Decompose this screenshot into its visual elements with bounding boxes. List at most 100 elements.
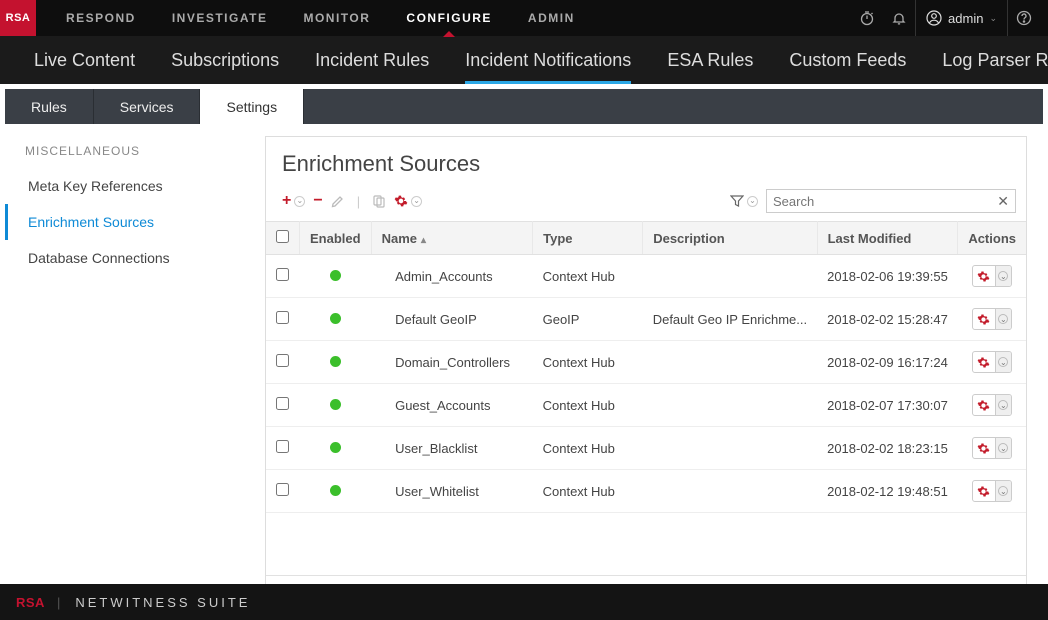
enabled-indicator: [330, 442, 341, 453]
header-enabled[interactable]: Enabled: [300, 222, 372, 255]
chevron-down-icon: ⌄: [998, 443, 1008, 453]
chevron-down-icon: ⌄: [411, 196, 422, 207]
filter-icon: [730, 194, 744, 208]
actions-dropdown[interactable]: ⌄: [995, 352, 1011, 372]
header-type[interactable]: Type: [533, 222, 643, 255]
search-input[interactable]: [773, 194, 997, 209]
footer-separator: |: [57, 595, 63, 610]
sidebar-heading: MISCELLANEOUS: [5, 144, 265, 168]
table-row[interactable]: Domain_ControllersContext Hub2018-02-09 …: [266, 341, 1026, 384]
chevron-down-icon: ⌄: [998, 271, 1008, 281]
tab-rules[interactable]: Rules: [5, 89, 94, 124]
cell-name: Default GeoIP: [371, 298, 533, 341]
tab-services[interactable]: Services: [94, 89, 201, 124]
topnav-monitor[interactable]: MONITOR: [285, 0, 388, 36]
tab-strip: Rules Services Settings: [0, 84, 1048, 124]
row-checkbox[interactable]: [276, 440, 289, 453]
row-actions-button[interactable]: ⌄: [972, 394, 1012, 416]
subnav-esa-rules[interactable]: ESA Rules: [649, 36, 771, 84]
panel: Enrichment Sources + ⌄ − | ⌄: [265, 136, 1027, 617]
topnav-configure[interactable]: CONFIGURE: [388, 0, 510, 36]
header-select-all[interactable]: [266, 222, 300, 255]
top-bar-right: admin ⌄: [851, 0, 1048, 36]
row-actions-button[interactable]: ⌄: [972, 351, 1012, 373]
sidebar: MISCELLANEOUS Meta Key References Enrich…: [5, 124, 265, 584]
cell-name: User_Blacklist: [371, 427, 533, 470]
table-row[interactable]: Default GeoIPGeoIPDefault Geo IP Enrichm…: [266, 298, 1026, 341]
actions-dropdown[interactable]: ⌄: [995, 395, 1011, 415]
add-button[interactable]: + ⌄: [282, 192, 305, 210]
table-row[interactable]: Guest_AccountsContext Hub2018-02-07 17:3…: [266, 384, 1026, 427]
data-grid: Enabled Name▴ Type Description Last Modi…: [266, 221, 1026, 513]
actions-dropdown[interactable]: ⌄: [995, 309, 1011, 329]
edit-button[interactable]: [331, 194, 345, 208]
row-actions-button[interactable]: ⌄: [972, 308, 1012, 330]
cell-last-modified: 2018-02-06 19:39:55: [817, 255, 958, 298]
user-icon: [926, 10, 942, 26]
header-description[interactable]: Description: [643, 222, 817, 255]
subnav-incident-rules[interactable]: Incident Rules: [297, 36, 447, 84]
actions-dropdown[interactable]: ⌄: [995, 481, 1011, 501]
minus-icon: −: [313, 192, 322, 210]
row-checkbox[interactable]: [276, 483, 289, 496]
user-name: admin: [948, 11, 983, 26]
cell-type: Context Hub: [533, 470, 643, 513]
cell-description: [643, 341, 817, 384]
duplicate-button[interactable]: [372, 194, 386, 208]
subnav-log-parser[interactable]: Log Parser Ru: [924, 36, 1048, 84]
topnav-respond[interactable]: RESPOND: [48, 0, 154, 36]
top-nav: RESPOND INVESTIGATE MONITOR CONFIGURE AD…: [36, 0, 851, 36]
table-row[interactable]: User_WhitelistContext Hub2018-02-12 19:4…: [266, 470, 1026, 513]
toolbar: + ⌄ − | ⌄: [266, 187, 1026, 221]
clear-search-icon[interactable]: ✕: [997, 193, 1009, 210]
table-row[interactable]: User_BlacklistContext Hub 2018-02-02 18:2…: [266, 427, 1026, 470]
toolbar-separator: |: [353, 194, 364, 209]
cell-name: Admin_Accounts: [371, 255, 533, 298]
subnav-incident-notifications[interactable]: Incident Notifications: [447, 36, 649, 84]
sidebar-item-enrichment[interactable]: Enrichment Sources: [5, 204, 265, 240]
footer: RSA | NETWITNESS SUITE: [0, 584, 1048, 620]
remove-button[interactable]: −: [313, 192, 322, 210]
actions-dropdown[interactable]: ⌄: [995, 266, 1011, 286]
cell-last-modified: 2018-02-02 18:23:15: [817, 427, 958, 470]
header-name[interactable]: Name▴: [371, 222, 533, 255]
sidebar-item-meta-key[interactable]: Meta Key References: [5, 168, 265, 204]
row-checkbox[interactable]: [276, 397, 289, 410]
subnav-subscriptions[interactable]: Subscriptions: [153, 36, 297, 84]
row-actions-button[interactable]: ⌄: [972, 437, 1012, 459]
enabled-indicator: [330, 399, 341, 410]
row-checkbox[interactable]: [276, 268, 289, 281]
user-menu[interactable]: admin ⌄: [915, 0, 1008, 36]
settings-button[interactable]: ⌄: [394, 194, 422, 208]
row-actions-button[interactable]: ⌄: [972, 480, 1012, 502]
cell-type: Context Hub: [533, 255, 643, 298]
subnav-live-content[interactable]: Live Content: [16, 36, 153, 84]
select-all-checkbox[interactable]: [276, 230, 289, 243]
subnav-custom-feeds[interactable]: Custom Feeds: [771, 36, 924, 84]
content-area: Enrichment Sources + ⌄ − | ⌄: [265, 124, 1043, 584]
table-row[interactable]: Admin_AccountsContext Hub 2018-02-06 19:3…: [266, 255, 1026, 298]
topnav-investigate[interactable]: INVESTIGATE: [154, 0, 286, 36]
panel-title: Enrichment Sources: [266, 137, 1026, 187]
row-actions-button[interactable]: ⌄: [972, 265, 1012, 287]
cell-name: Domain_Controllers: [371, 341, 533, 384]
cell-type: Context Hub: [533, 427, 643, 470]
main-area: MISCELLANEOUS Meta Key References Enrich…: [0, 124, 1048, 584]
chevron-down-icon: ⌄: [294, 196, 305, 207]
tab-settings[interactable]: Settings: [200, 89, 304, 124]
cell-name: User_Whitelist: [371, 470, 533, 513]
stopwatch-icon[interactable]: [851, 0, 883, 36]
chevron-down-icon: ⌄: [989, 13, 997, 24]
row-checkbox[interactable]: [276, 311, 289, 324]
topnav-admin[interactable]: ADMIN: [510, 0, 593, 36]
footer-product: NETWITNESS SUITE: [75, 595, 250, 610]
cell-type: Context Hub: [533, 341, 643, 384]
sidebar-item-database[interactable]: Database Connections: [5, 240, 265, 276]
header-last-modified[interactable]: Last Modified: [817, 222, 958, 255]
help-icon[interactable]: [1008, 0, 1040, 36]
row-checkbox[interactable]: [276, 354, 289, 367]
filter-button[interactable]: ⌄: [730, 194, 758, 208]
grid-header-row: Enabled Name▴ Type Description Last Modi…: [266, 222, 1026, 255]
actions-dropdown[interactable]: ⌄: [995, 438, 1011, 458]
bell-icon[interactable]: [883, 0, 915, 36]
